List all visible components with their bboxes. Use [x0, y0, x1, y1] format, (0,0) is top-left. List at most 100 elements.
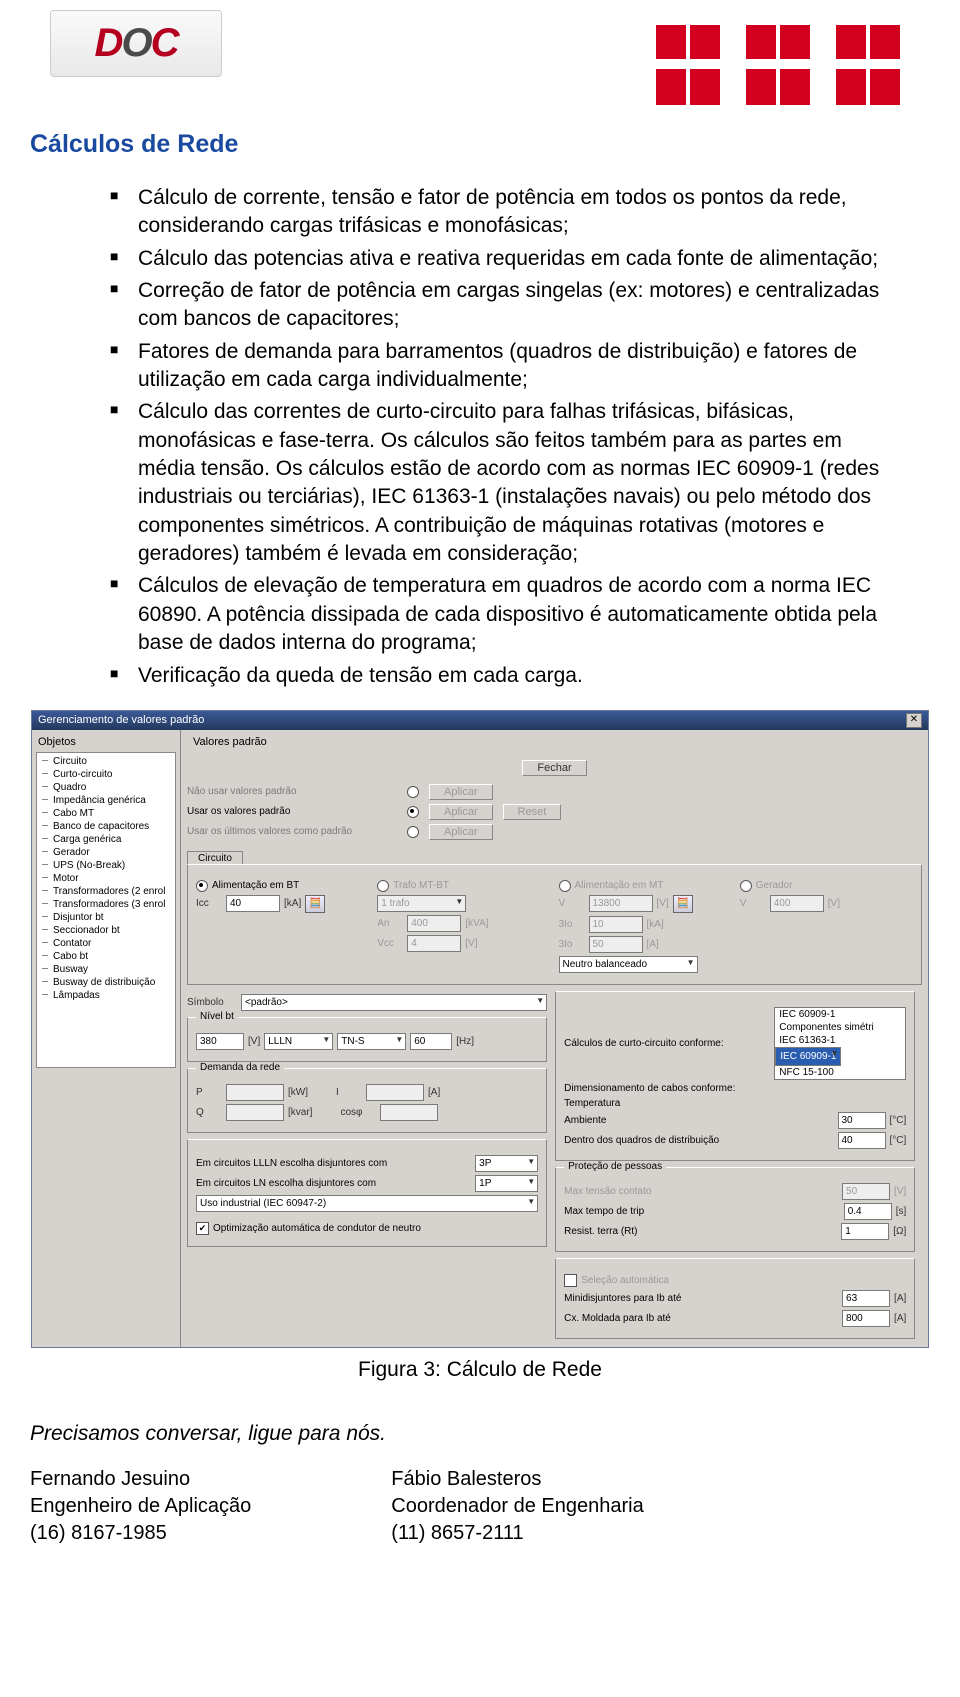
objects-tree[interactable]: Circuito Curto-circuito Quadro Impedânci… [36, 752, 176, 1068]
label: [A] [894, 1313, 906, 1324]
radio-option-label: Usar os valores padrão [187, 806, 397, 817]
bullet-item: Fatores de demanda para barramentos (qua… [110, 338, 900, 395]
tree-item[interactable]: Quadro [37, 781, 175, 794]
contact-phone: (16) 8167-1985 [30, 1520, 251, 1547]
apply-button[interactable]: Aplicar [429, 824, 493, 840]
tree-item[interactable]: Gerador [37, 846, 175, 859]
simbolo-select[interactable]: <padrão> [241, 994, 547, 1011]
tree-item[interactable]: Curto-circuito [37, 768, 175, 781]
tree-item[interactable]: Banco de capacitores [37, 820, 175, 833]
tree-item[interactable]: Impedância genérica [37, 794, 175, 807]
tree-item[interactable]: Busway de distribuição [37, 976, 175, 989]
tree-item[interactable]: Lâmpadas [37, 989, 175, 1002]
label: [°C] [890, 1135, 907, 1146]
list-item[interactable]: NFC 15-100 [775, 1066, 905, 1079]
radio-use-defaults[interactable] [407, 806, 419, 818]
tab-circuito[interactable]: Circuito [187, 851, 243, 865]
bullet-list: Cálculo de corrente, tensão e fator de p… [110, 184, 900, 690]
radio-alim-mt[interactable] [559, 880, 571, 892]
tree-item[interactable]: Seccionador bt [37, 924, 175, 937]
tree-item[interactable]: Circuito [37, 755, 175, 768]
label: Resist. terra (Rt) [564, 1226, 837, 1237]
tree-item[interactable]: Transformadores (2 enrol [37, 885, 175, 898]
tree-item[interactable]: Contator [37, 937, 175, 950]
closing-text: Precisamos conversar, ligue para nós. [30, 1422, 930, 1446]
mini-input[interactable]: 63 [842, 1290, 890, 1307]
q-input[interactable] [226, 1104, 284, 1121]
tree-item[interactable]: UPS (No-Break) [37, 859, 175, 872]
label: [kVA] [465, 918, 488, 929]
close-icon[interactable]: ✕ [906, 713, 922, 728]
label: Q [196, 1107, 222, 1118]
vcc-input[interactable]: 4 [407, 935, 461, 952]
p-input[interactable] [226, 1084, 284, 1101]
quad-input[interactable]: 40 [838, 1132, 886, 1149]
slo-input[interactable]: 50 [589, 936, 643, 953]
calc-icon[interactable]: 🧮 [305, 895, 325, 913]
list-item[interactable]: IEC 60909-1 [775, 1047, 841, 1066]
label: Cálculos de curto-circuito conforme: [564, 1038, 770, 1049]
tree-item[interactable]: Motor [37, 872, 175, 885]
rt-input[interactable]: 1 [841, 1223, 889, 1240]
label: [A] [428, 1087, 440, 1098]
ln-breaker-select[interactable]: 1P [475, 1175, 538, 1192]
figure-caption: Figura 3: Cálculo de Rede [30, 1358, 930, 1382]
reset-button[interactable]: Reset [503, 804, 562, 820]
close-button[interactable]: Fechar [522, 760, 586, 776]
label: P [196, 1087, 222, 1098]
nivel-v-input[interactable]: 380 [196, 1033, 244, 1050]
tree-item[interactable]: Busway [37, 963, 175, 976]
llln-breaker-select[interactable]: 3P [475, 1155, 538, 1172]
contact-name: Fernando Jesuino [30, 1466, 251, 1493]
radio-gerador[interactable] [740, 880, 752, 892]
tlo-input[interactable]: 10 [589, 916, 643, 933]
cc-method-list[interactable]: IEC 60909-1 Componentes simétri IEC 6136… [774, 1007, 906, 1080]
contact-role: Coordenador de Engenharia [391, 1493, 643, 1520]
llln-select[interactable]: LLLN [264, 1033, 333, 1050]
tree-item[interactable]: Cabo MT [37, 807, 175, 820]
apply-button[interactable]: Aplicar [429, 804, 493, 820]
radio-last-as-default[interactable] [407, 826, 419, 838]
label: Max tensão contato [564, 1186, 838, 1197]
radio-no-defaults[interactable] [407, 786, 419, 798]
neutro-select[interactable]: Neutro balanceado [559, 956, 698, 973]
amb-input[interactable]: 30 [838, 1112, 886, 1129]
uso-select[interactable]: Uso industrial (IEC 60947-2) [196, 1195, 538, 1212]
label: [A] [647, 939, 659, 950]
tree-item[interactable]: Disjuntor bt [37, 911, 175, 924]
label: [Hz] [456, 1036, 474, 1047]
selauto-checkbox[interactable] [564, 1274, 577, 1287]
label: Icc [196, 898, 222, 909]
list-item[interactable]: IEC 61363-1 [775, 1034, 905, 1047]
label: I [336, 1087, 362, 1098]
label: cosφ [340, 1107, 376, 1118]
label: An [377, 918, 403, 929]
list-item[interactable]: IEC 60909-1 [775, 1008, 905, 1021]
v-input[interactable]: 13800 [589, 895, 653, 912]
label: [V] [465, 938, 477, 949]
trafo-select[interactable]: 1 trafo [377, 895, 466, 912]
mold-input[interactable]: 800 [842, 1310, 890, 1327]
maxv-input[interactable]: 50 [842, 1183, 890, 1200]
label: [°C] [890, 1115, 907, 1126]
opt-neutro-checkbox[interactable]: ✔ [196, 1222, 209, 1235]
tree-item[interactable]: Carga genérica [37, 833, 175, 846]
tns-select[interactable]: TN-S [337, 1033, 406, 1050]
label: V [559, 898, 585, 909]
calc-icon[interactable]: 🧮 [673, 895, 693, 913]
hz-input[interactable]: 60 [410, 1033, 452, 1050]
tree-item[interactable]: Transformadores (3 enrol [37, 898, 175, 911]
i-input[interactable] [366, 1084, 424, 1101]
radio-trafo[interactable] [377, 880, 389, 892]
maxt-input[interactable]: 0.4 [844, 1203, 892, 1220]
apply-button[interactable]: Aplicar [429, 784, 493, 800]
list-item[interactable]: Componentes simétri [775, 1021, 905, 1034]
ger-v-input[interactable]: 400 [770, 895, 824, 912]
label: Em circuitos LLLN escolha disjuntores co… [196, 1158, 471, 1169]
tree-item[interactable]: Cabo bt [37, 950, 175, 963]
radio-alim-bt[interactable] [196, 880, 208, 892]
cosphi-input[interactable] [380, 1104, 438, 1121]
icc-input[interactable]: 40 [226, 895, 280, 912]
an-input[interactable]: 400 [407, 915, 461, 932]
dialog-window: Gerenciamento de valores padrão ✕ Objeto… [31, 710, 929, 1348]
